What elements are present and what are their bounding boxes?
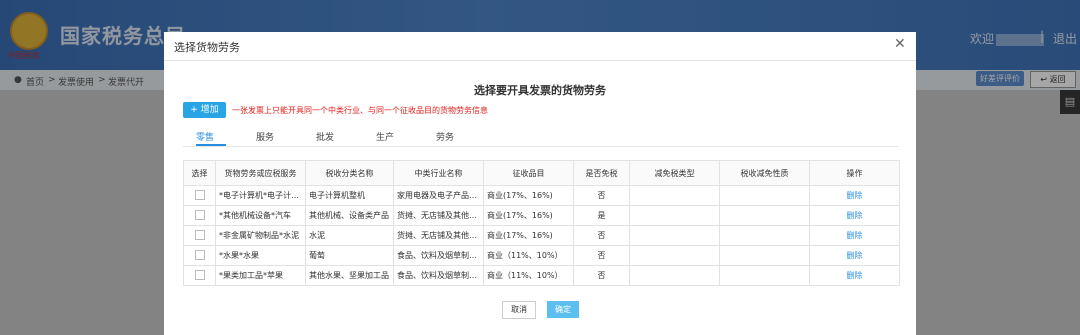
col-tax-exempt: 是否免税 (573, 160, 630, 186)
table-row: *非金属矿物制品*水泥 水泥 货摊、无店铺及其他零售业 商业(17%、16%) … (183, 225, 900, 246)
cell-goods: *其他机械设备*汽车 (215, 205, 306, 226)
add-button[interactable]: + 增加 (183, 102, 226, 118)
cell-reduction-type (629, 185, 720, 206)
table-row: *电子计算机*电子计算机整机 电子计算机整机 家用电器及电子产品零售 商业(17… (183, 185, 900, 206)
cell-industry: 货摊、无店铺及其他零售业 (393, 205, 484, 226)
table-header-row: 选择 货物劳务或应税服务 税收分类名称 中类行业名称 征收品目 是否免税 减免税… (183, 160, 900, 186)
col-levy-item: 征收品目 (483, 160, 574, 186)
cell-industry: 食品、饮料及烟草制品零售 (393, 245, 484, 266)
cell-tax-category: 水泥 (305, 225, 394, 246)
category-tabs: 零售 服务 批发 生产 劳务 (183, 128, 899, 147)
cell-levy-item: 商业(17%、16%) (483, 205, 574, 226)
row-checkbox[interactable] (194, 229, 205, 240)
delete-link[interactable]: 删除 (847, 191, 863, 200)
tab-service[interactable]: 服务 (256, 130, 274, 143)
delete-link[interactable]: 删除 (847, 251, 863, 260)
cell-levy-item: 商业（11%、10%） (483, 265, 574, 286)
confirm-button[interactable]: 确定 (547, 301, 579, 318)
col-goods: 货物劳务或应税服务 (215, 160, 306, 186)
col-action: 操作 (809, 160, 900, 186)
modal-header: 选择货物劳务 ✕ (164, 32, 916, 61)
cell-tax-category: 其他机械、设备类产品 (305, 205, 394, 226)
table-row: *果类加工品*苹果 其他水果、坚果加工品 食品、饮料及烟草制品零售 商业（11%… (183, 265, 900, 286)
cell-goods: *非金属矿物制品*水泥 (215, 225, 306, 246)
tab-production[interactable]: 生产 (376, 130, 394, 143)
cell-levy-item: 商业(17%、16%) (483, 225, 574, 246)
cell-tax-category: 其他水果、坚果加工品 (305, 265, 394, 286)
cell-reduction-nature (719, 185, 810, 206)
cell-reduction-type (629, 205, 720, 226)
cell-tax-exempt: 否 (573, 225, 630, 246)
cell-tax-exempt: 否 (573, 265, 630, 286)
cell-goods: *电子计算机*电子计算机整机 (215, 185, 306, 206)
row-checkbox[interactable] (194, 189, 205, 200)
cell-reduction-type (629, 245, 720, 266)
cell-industry: 食品、饮料及烟草制品零售 (393, 265, 484, 286)
cell-tax-category: 葡萄 (305, 245, 394, 266)
col-industry: 中类行业名称 (393, 160, 484, 186)
row-checkbox[interactable] (194, 269, 205, 280)
cell-reduction-nature (719, 265, 810, 286)
col-tax-category: 税收分类名称 (305, 160, 394, 186)
goods-table: 选择 货物劳务或应税服务 税收分类名称 中类行业名称 征收品目 是否免税 减免税… (183, 160, 900, 286)
row-checkbox[interactable] (194, 249, 205, 260)
table-row: *水果*水果 葡萄 食品、饮料及烟草制品零售 商业（11%、10%） 否 删除 (183, 245, 900, 266)
row-checkbox[interactable] (194, 209, 205, 220)
cell-reduction-type (629, 265, 720, 286)
cancel-button[interactable]: 取消 (502, 301, 536, 319)
cell-tax-exempt: 否 (573, 245, 630, 266)
tab-wholesale[interactable]: 批发 (316, 130, 334, 143)
cell-reduction-nature (719, 245, 810, 266)
delete-link[interactable]: 删除 (847, 271, 863, 280)
table-row: *其他机械设备*汽车 其他机械、设备类产品 货摊、无店铺及其他零售业 商业(17… (183, 205, 900, 226)
select-goods-modal: 选择货物劳务 ✕ 选择要开具发票的货物劳务 + 增加 一张发票上只能开具同一个中… (164, 32, 916, 335)
cell-goods: *果类加工品*苹果 (215, 265, 306, 286)
col-reduction-type: 减免税类型 (629, 160, 720, 186)
cell-levy-item: 商业（11%、10%） (483, 245, 574, 266)
cell-industry: 货摊、无店铺及其他零售业 (393, 225, 484, 246)
cell-reduction-nature (719, 205, 810, 226)
col-reduction-nature: 税收减免性质 (719, 160, 810, 186)
delete-link[interactable]: 删除 (847, 231, 863, 240)
close-icon[interactable]: ✕ (894, 36, 906, 52)
cell-industry: 家用电器及电子产品零售 (393, 185, 484, 206)
cell-tax-exempt: 否 (573, 185, 630, 206)
tab-labor[interactable]: 劳务 (436, 130, 454, 143)
cell-tax-category: 电子计算机整机 (305, 185, 394, 206)
delete-link[interactable]: 删除 (847, 211, 863, 220)
active-tab-indicator (196, 144, 226, 146)
col-select: 选择 (183, 160, 216, 186)
cell-goods: *水果*水果 (215, 245, 306, 266)
section-title: 选择要开具发票的货物劳务 (474, 84, 606, 97)
cell-tax-exempt: 是 (573, 205, 630, 226)
notice-text: 一张发票上只能开具同一个中类行业、与同一个征收品目的货物劳务信息 (232, 106, 488, 115)
cell-reduction-nature (719, 225, 810, 246)
cell-levy-item: 商业(17%、16%) (483, 185, 574, 206)
modal-title: 选择货物劳务 (174, 41, 240, 54)
tab-retail[interactable]: 零售 (196, 130, 214, 143)
cell-reduction-type (629, 225, 720, 246)
